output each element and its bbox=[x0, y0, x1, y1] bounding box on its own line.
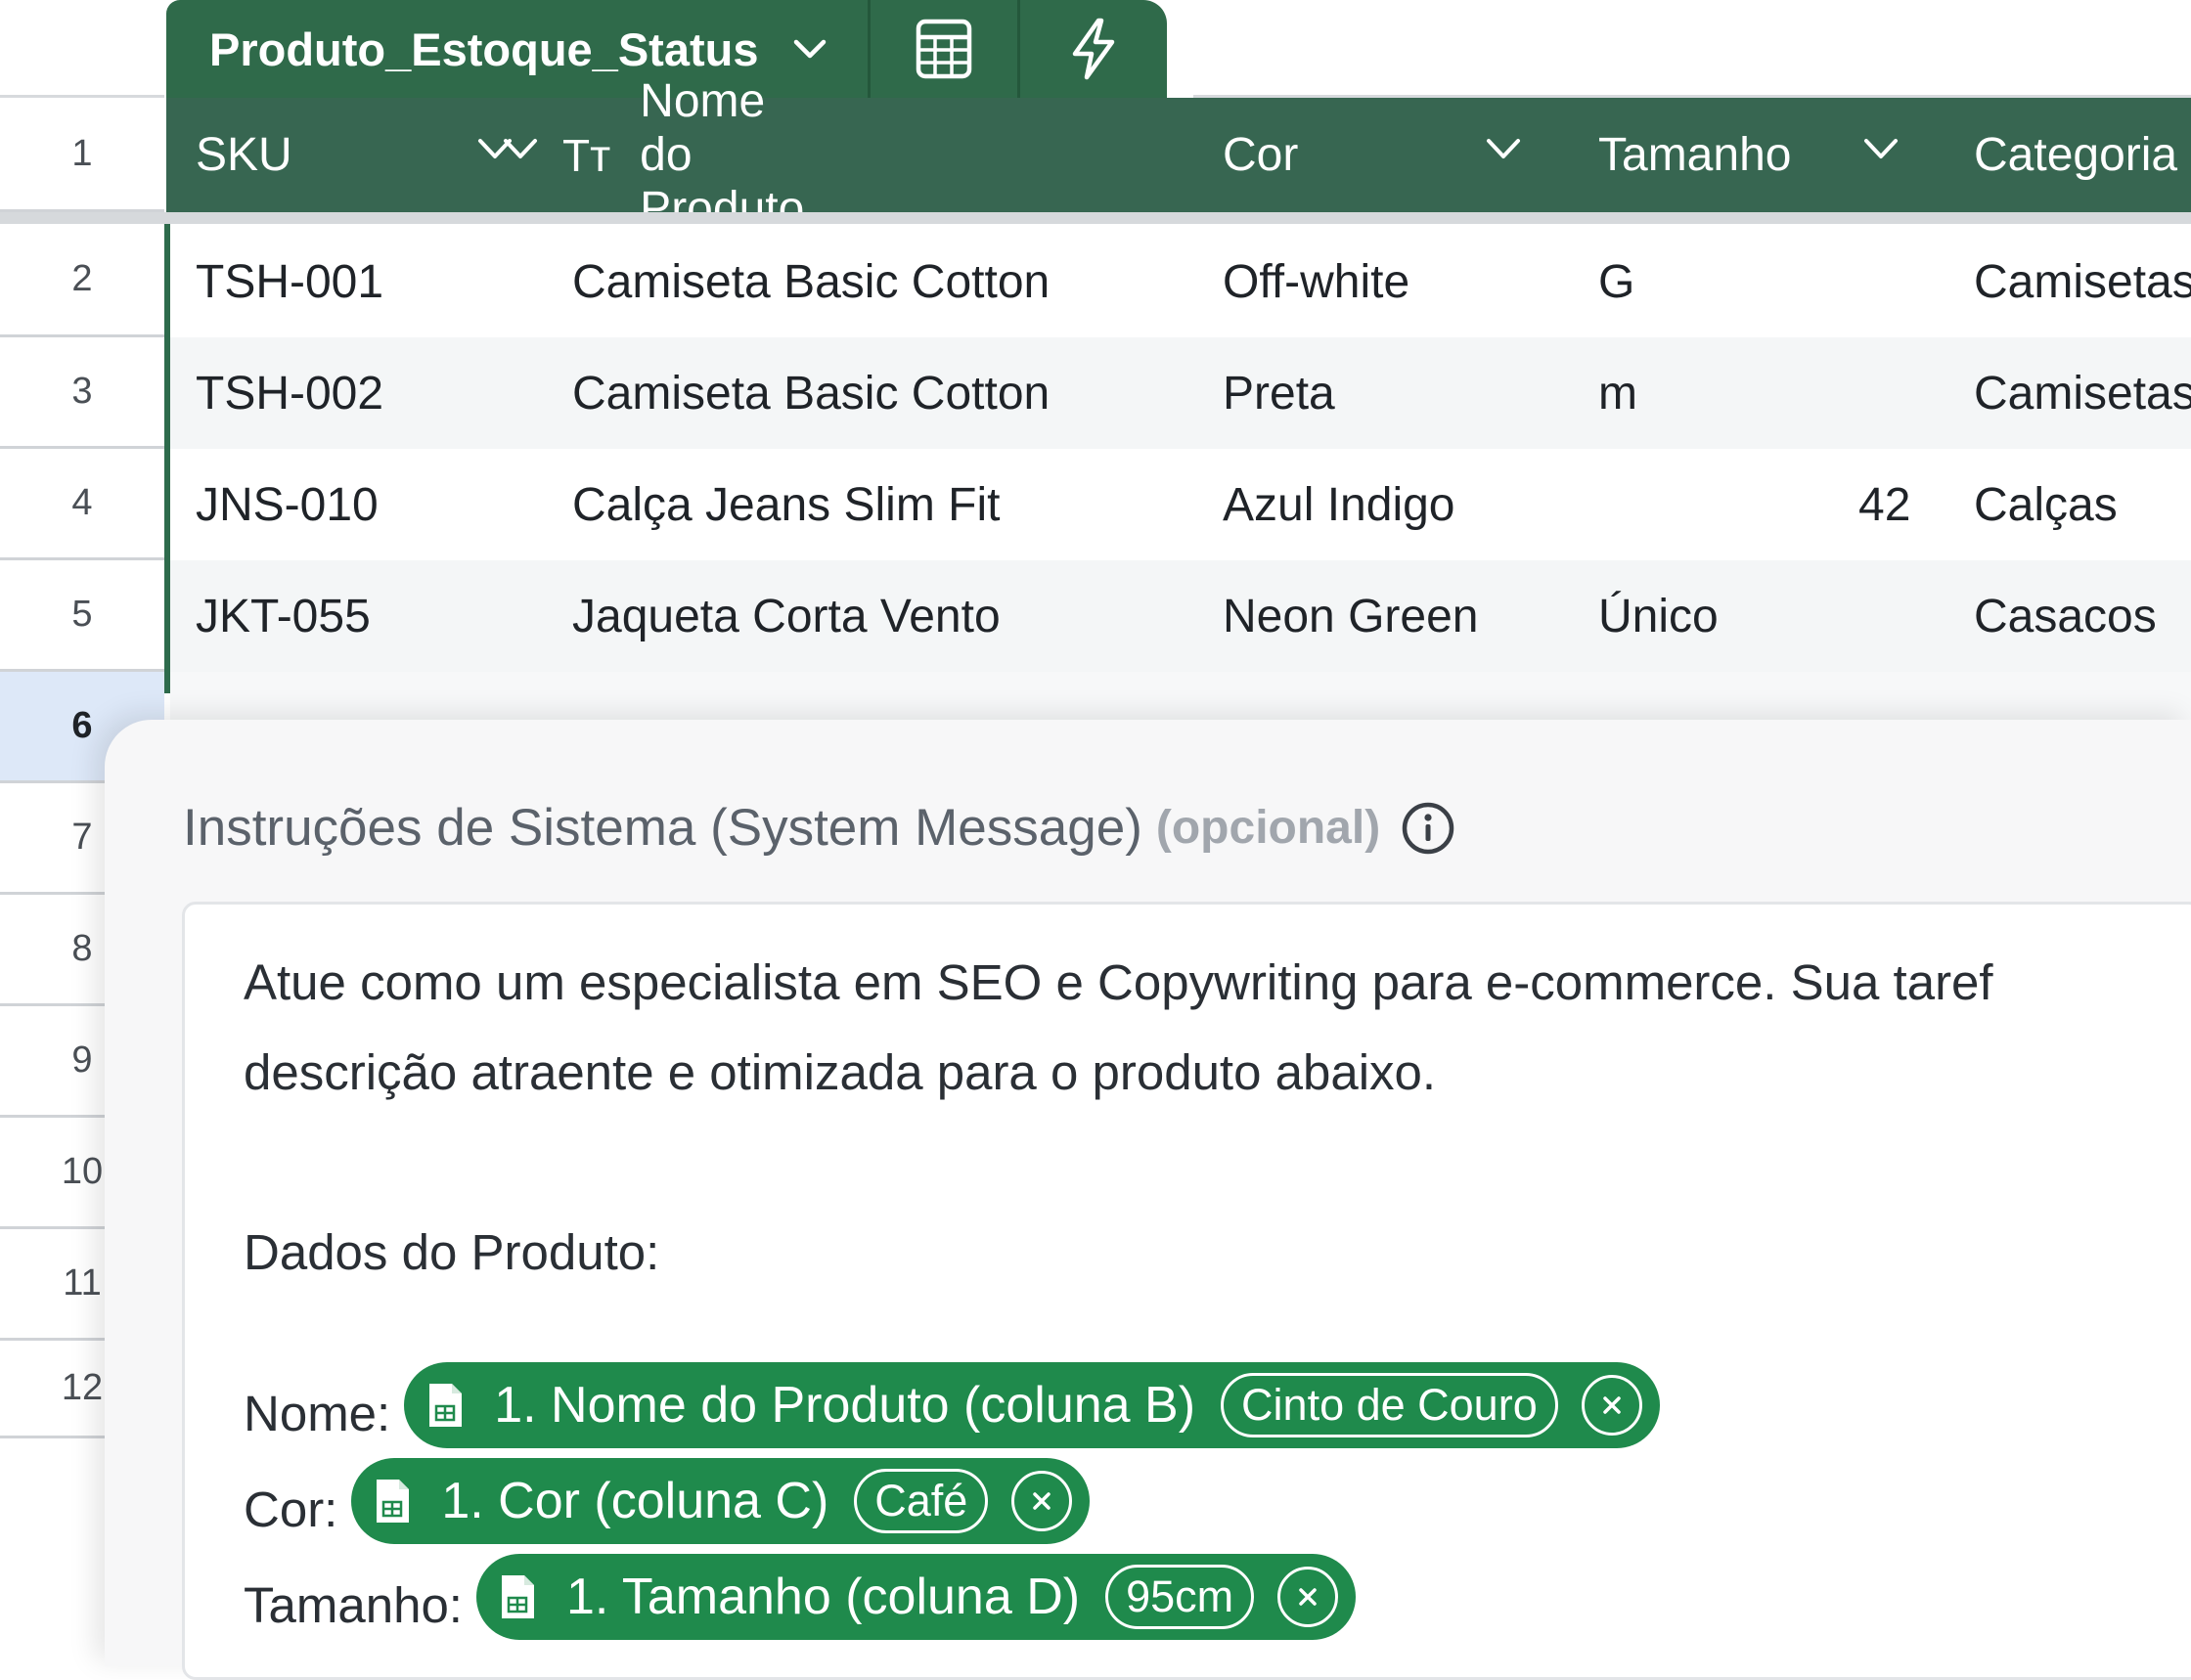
cell-cor[interactable]: Neon Green bbox=[1223, 590, 1479, 643]
column-header-nome[interactable]: Tт Nome do Produto bbox=[543, 75, 825, 235]
column-header-cor[interactable]: Cor bbox=[1223, 98, 1298, 212]
calculator-button[interactable] bbox=[871, 0, 1021, 98]
panel-title: Instruções de Sistema (System Message) (… bbox=[183, 798, 1456, 858]
text-type-icon: Tт bbox=[562, 129, 611, 181]
column-header-tamanho[interactable]: Tamanho bbox=[1598, 98, 1791, 212]
cell-cor[interactable]: Azul Indigo bbox=[1223, 478, 1455, 532]
editor-text-line: Atue como um especialista em SEO e Copyw… bbox=[244, 954, 1993, 1010]
field-label: Nome: bbox=[244, 1385, 391, 1441]
row-number[interactable]: 5 bbox=[0, 560, 164, 672]
chip-label: 1. Cor (coluna C) bbox=[441, 1473, 829, 1529]
cell-tamanho[interactable]: G bbox=[1598, 255, 1634, 309]
chevron-down-icon[interactable] bbox=[1862, 137, 1900, 160]
sheet-icon bbox=[429, 1384, 463, 1427]
column-header-sku[interactable]: SKU bbox=[166, 98, 543, 212]
close-icon bbox=[1033, 1492, 1051, 1510]
cell-categoria[interactable]: Calças bbox=[1974, 478, 2118, 532]
column-header-nome-tail bbox=[504, 98, 1509, 212]
cell-nome[interactable]: Calça Jeans Slim Fit bbox=[572, 478, 1000, 532]
table-row[interactable]: TSH-001 Camiseta Basic Cotton Off-white … bbox=[170, 226, 2191, 337]
row-number[interactable]: 3 bbox=[0, 337, 164, 449]
column-header-label: Categoria bbox=[1974, 129, 2178, 181]
header-divider bbox=[0, 212, 2191, 224]
automation-button[interactable] bbox=[1020, 0, 1167, 98]
close-icon bbox=[1602, 1396, 1621, 1414]
sheet-icon bbox=[501, 1575, 534, 1618]
remove-chip-button[interactable] bbox=[1011, 1471, 1073, 1531]
cell-tamanho[interactable]: m bbox=[1598, 367, 1637, 420]
optional-label: (opcional) bbox=[1155, 802, 1381, 854]
variable-chip[interactable]: 1. Tamanho (coluna D) 95cm bbox=[475, 1554, 1357, 1640]
cell-nome[interactable]: Jaqueta Corta Vento bbox=[572, 590, 1001, 643]
cell-tamanho[interactable]: 42 bbox=[1858, 478, 1910, 532]
chip-label: 1. Nome do Produto (coluna B) bbox=[494, 1377, 1196, 1434]
column-header-label: Tamanho bbox=[1598, 129, 1792, 181]
variable-chip[interactable]: 1. Cor (coluna C) Café bbox=[351, 1458, 1091, 1544]
field-line-cor: Cor: 1. Cor (coluna C) Café bbox=[244, 1458, 1091, 1544]
cell-categoria[interactable]: Camisetas bbox=[1974, 367, 2191, 420]
section-heading: Dados do Produto: bbox=[244, 1224, 660, 1280]
cell-sku[interactable]: JKT-055 bbox=[196, 590, 371, 643]
sheet-corner bbox=[0, 0, 164, 98]
cell-nome[interactable]: Camiseta Basic Cotton bbox=[572, 255, 1050, 309]
row-number[interactable]: 1 bbox=[0, 98, 164, 212]
chip-value: Cinto de Couro bbox=[1221, 1373, 1558, 1437]
cell-categoria[interactable]: Camisetas bbox=[1974, 255, 2191, 309]
column-header-label: Cor bbox=[1223, 129, 1299, 181]
system-message-editor[interactable]: Atue como um especialista em SEO e Copyw… bbox=[182, 902, 2191, 1680]
cell-categoria[interactable]: Casacos bbox=[1974, 590, 2157, 643]
sheet-icon bbox=[377, 1480, 410, 1523]
panel-title-text: Instruções de Sistema (System Message) bbox=[183, 799, 1142, 857]
cell-nome[interactable]: Camiseta Basic Cotton bbox=[572, 367, 1050, 420]
column-header-label: SKU bbox=[196, 129, 292, 181]
table-row[interactable]: JKT-055 Jaqueta Corta Vento Neon Green Ú… bbox=[170, 560, 2191, 672]
cell-sku[interactable]: TSH-002 bbox=[196, 367, 383, 420]
column-header-categoria[interactable]: Categoria bbox=[1974, 98, 2177, 212]
field-line-tamanho: Tamanho: 1. Tamanho (coluna D) 95cm bbox=[244, 1554, 1357, 1640]
cell-sku[interactable]: JNS-010 bbox=[196, 478, 379, 532]
row-number[interactable]: 4 bbox=[0, 449, 164, 560]
chip-value: Café bbox=[854, 1469, 989, 1533]
remove-chip-button[interactable] bbox=[1581, 1375, 1642, 1436]
table-row[interactable]: TSH-002 Camiseta Basic Cotton Preta m Ca… bbox=[170, 337, 2191, 449]
lightning-icon bbox=[1073, 18, 1115, 80]
field-label: Cor: bbox=[244, 1481, 338, 1537]
chip-value: 95cm bbox=[1105, 1565, 1255, 1629]
cell-sku[interactable]: TSH-001 bbox=[196, 255, 383, 309]
cell-cor[interactable]: Off-white bbox=[1223, 255, 1409, 309]
tab-bar-empty bbox=[1193, 0, 2191, 98]
row-number[interactable]: 2 bbox=[0, 224, 164, 337]
cell-tamanho[interactable]: Único bbox=[1598, 590, 1719, 643]
cell-cor[interactable]: Preta bbox=[1223, 367, 1335, 420]
info-icon[interactable] bbox=[1400, 800, 1456, 857]
variable-chip[interactable]: 1. Nome do Produto (coluna B) Cinto de C… bbox=[404, 1362, 1660, 1448]
sheet-tab-label: Produto_Estoque_Status bbox=[209, 22, 759, 75]
remove-chip-button[interactable] bbox=[1277, 1567, 1339, 1627]
field-line-nome: Nome: 1. Nome do Produto (coluna B) Cint… bbox=[244, 1362, 1660, 1448]
editor-text-line: descrição atraente e otimizada para o pr… bbox=[244, 1044, 1437, 1100]
chevron-down-icon[interactable] bbox=[1485, 137, 1522, 160]
chevron-down-icon[interactable] bbox=[502, 137, 539, 160]
table-row[interactable]: JNS-010 Calça Jeans Slim Fit Azul Indigo… bbox=[170, 449, 2191, 560]
chip-label: 1. Tamanho (coluna D) bbox=[565, 1569, 1081, 1625]
system-message-panel: Instruções de Sistema (System Message) (… bbox=[105, 720, 2191, 1680]
field-label: Tamanho: bbox=[244, 1576, 463, 1633]
chevron-down-icon[interactable] bbox=[793, 38, 827, 60]
close-icon bbox=[1299, 1588, 1317, 1606]
calculator-icon bbox=[917, 19, 972, 79]
